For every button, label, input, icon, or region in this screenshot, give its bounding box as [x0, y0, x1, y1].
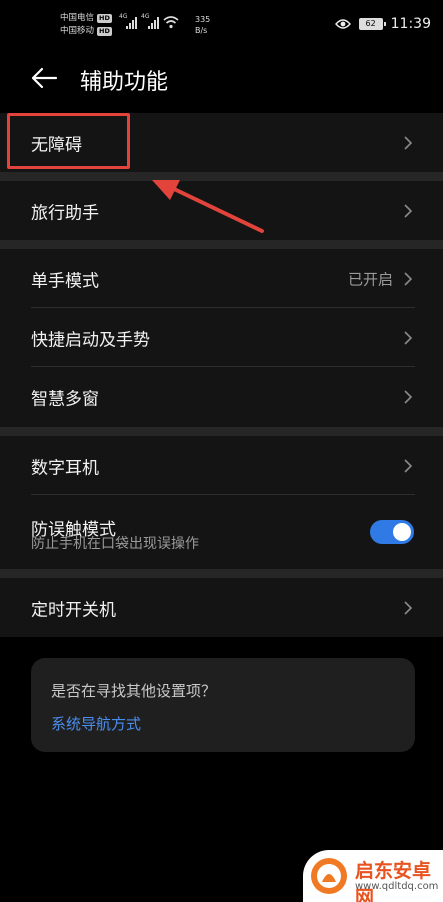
carrier-1: 中国电信 — [60, 13, 95, 23]
network-speed: 335 B/s — [195, 14, 210, 36]
chevron-right-icon — [404, 458, 413, 473]
row-label: 单手模式 — [31, 271, 99, 291]
settings-group-3: 单手模式 已开启 快捷启动及手势 智慧多窗 — [0, 249, 443, 427]
row-label: 智慧多窗 — [31, 389, 99, 409]
chevron-right-icon — [404, 389, 413, 404]
row-scheduled-power[interactable]: 定时开关机 — [0, 578, 443, 637]
settings-group-4: 数字耳机 防误触模式 防止手机在口袋出现误操作 — [0, 436, 443, 569]
chevron-right-icon — [404, 600, 413, 615]
row-subtitle: 防止手机在口袋出现误操作 — [31, 536, 199, 552]
signal-icon: 4G — [141, 13, 159, 29]
row-accessibility[interactable]: 无障碍 — [0, 113, 443, 172]
watermark-url: www.qdltdq.com — [355, 881, 439, 892]
page-header: 辅助功能 — [0, 56, 443, 104]
row-value: 已开启 — [347, 270, 393, 288]
watermark-logo-icon — [311, 858, 347, 894]
row-label: 定时开关机 — [31, 600, 116, 620]
clock: 11:39 — [390, 16, 431, 32]
status-right: 62 11:39 — [334, 16, 431, 32]
row-label: 旅行助手 — [31, 203, 99, 223]
row-quick-launch[interactable]: 快捷启动及手势 — [0, 308, 443, 367]
hd-badge: HD — [97, 14, 112, 23]
settings-group-5: 定时开关机 — [0, 578, 443, 637]
carrier-2: 中国移动 — [60, 26, 95, 36]
signal-icon: 4G — [119, 13, 137, 29]
suggestion-link[interactable]: 系统导航方式 — [51, 713, 141, 734]
page-title: 辅助功能 — [80, 70, 169, 95]
speed-unit: B/s — [195, 26, 208, 35]
row-smart-multiwindow[interactable]: 智慧多窗 — [0, 367, 443, 426]
watermark-name: 启东安卓网 — [355, 860, 432, 902]
row-label: 快捷启动及手势 — [31, 330, 150, 350]
arrow-left-icon[interactable] — [30, 66, 58, 90]
signal-indicators: 4G 4G — [119, 13, 179, 29]
chevron-right-icon — [404, 203, 413, 218]
carrier-info: 中国电信 HD 中国移动 HD — [60, 12, 112, 38]
wifi-icon — [163, 16, 179, 29]
group-separator — [0, 427, 443, 436]
watermark: 启东安卓网 www.qdltdq.com — [303, 850, 443, 902]
hd-badge: HD — [97, 27, 112, 36]
suggestion-question: 是否在寻找其他设置项？ — [51, 682, 217, 700]
row-digital-earphone[interactable]: 数字耳机 — [0, 436, 443, 495]
annotation-arrow-icon — [152, 180, 264, 233]
status-bar: 中国电信 HD 中国移动 HD 4G 4G 335 B/s 62 11:39 — [0, 0, 443, 50]
battery-icon: 62 — [358, 18, 386, 30]
anti-touch-toggle[interactable] — [370, 520, 414, 544]
chevron-right-icon — [404, 330, 413, 345]
settings-group-1: 无障碍 — [0, 113, 443, 172]
chevron-right-icon — [404, 271, 413, 286]
group-separator — [0, 569, 443, 578]
row-label: 无障碍 — [31, 135, 82, 155]
row-label: 数字耳机 — [31, 458, 99, 478]
group-separator — [0, 240, 443, 249]
chevron-right-icon — [404, 135, 413, 150]
speed-value: 335 — [195, 15, 211, 24]
eye-comfort-icon — [334, 19, 351, 29]
row-one-hand-mode[interactable]: 单手模式 已开启 — [0, 249, 443, 308]
row-anti-touch[interactable]: 防误触模式 防止手机在口袋出现误操作 — [0, 495, 443, 569]
suggestion-card: 是否在寻找其他设置项？ 系统导航方式 — [31, 658, 415, 752]
